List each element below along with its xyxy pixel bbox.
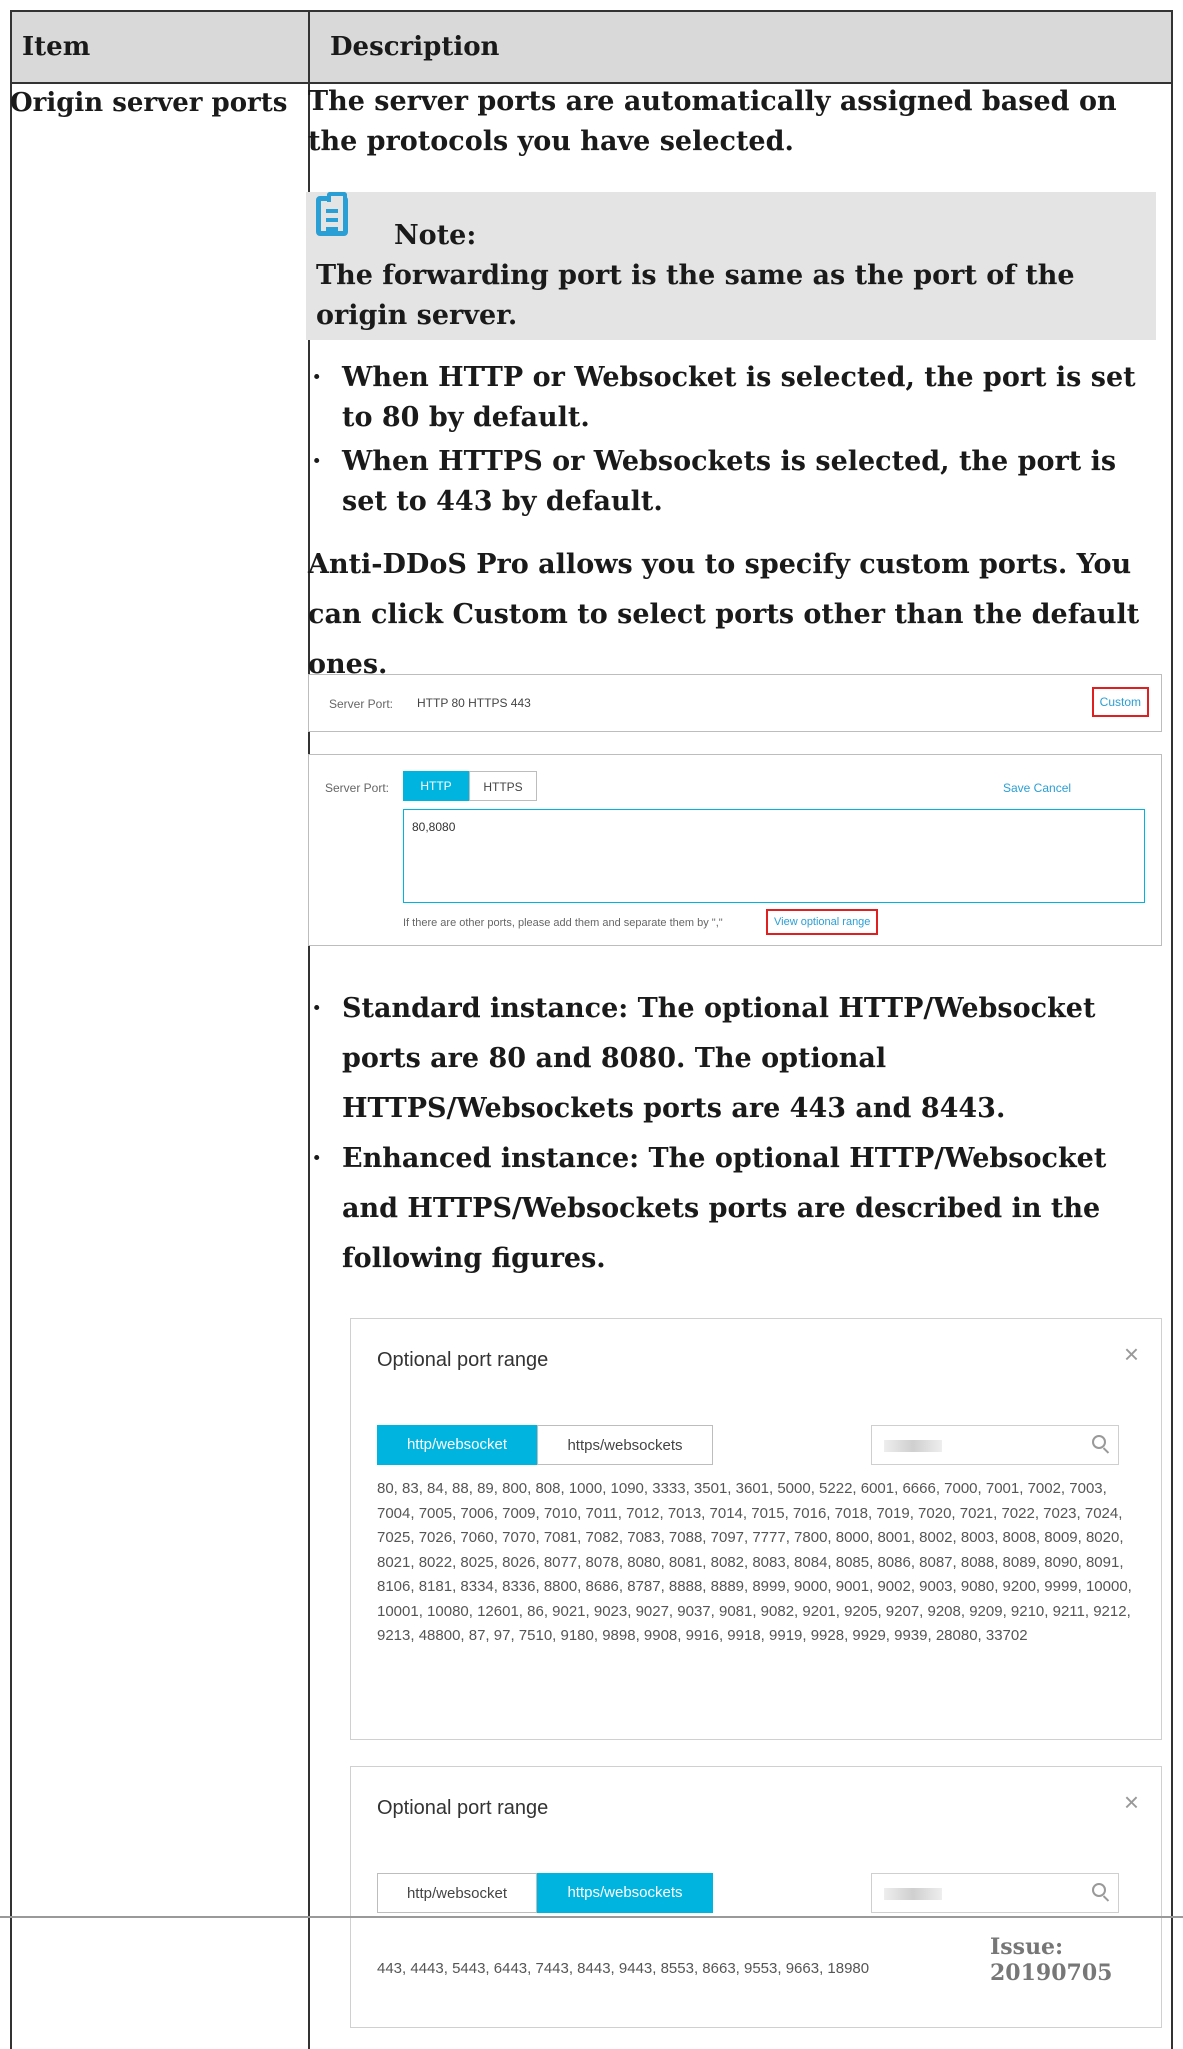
custom-ports-text: Anti-DDoS Pro allows you to specify cust…: [308, 549, 1140, 680]
dialog-title: Optional port range: [377, 1797, 549, 1819]
tab-https-websockets[interactable]: https/websockets: [537, 1425, 713, 1465]
list-item: · Standard instance: The optional HTTP/We…: [308, 984, 1158, 1134]
bullet-icon: ·: [312, 1143, 322, 1174]
ports-hint: If there are other ports, please add the…: [403, 917, 723, 929]
search-input[interactable]: [871, 1425, 1119, 1465]
instance-list: · Standard instance: The optional HTTP/We…: [308, 984, 1158, 1284]
bullet-icon: ·: [312, 993, 322, 1024]
header-item: Item: [22, 32, 91, 62]
tab-http-websocket[interactable]: http/websocket: [377, 1873, 537, 1913]
list-item-text: Enhanced instance: The optional HTTP/Web…: [342, 1143, 1107, 1274]
item-origin-server-ports: Origin server ports: [10, 88, 288, 118]
search-value-blurred: [884, 1440, 942, 1452]
server-port-label: Server Port:: [325, 781, 390, 795]
port-range-dialog-http: Optional port range × http/websocket htt…: [350, 1318, 1162, 1740]
list-item-text: When HTTP or Websocket is selected, the …: [342, 362, 1136, 433]
search-icon[interactable]: [1092, 1435, 1106, 1449]
list-item-text: When HTTPS or Websockets is selected, th…: [342, 446, 1117, 517]
note-text: The forwarding port is the same as the p…: [316, 260, 1075, 331]
view-optional-range-link[interactable]: View optional range: [766, 909, 879, 935]
list-item: · Enhanced instance: The optional HTTP/We…: [308, 1134, 1158, 1284]
tab-http-websocket[interactable]: http/websocket: [377, 1425, 537, 1465]
server-port-label: Server Port:: [329, 697, 394, 711]
port-range-dialog-https: Optional port range × http/websocket htt…: [350, 1766, 1162, 2028]
list-item: · When HTTPS or Websockets is selected, t…: [308, 442, 1158, 522]
page-footer-rule: [0, 1916, 1183, 1918]
custom-link[interactable]: Custom: [1091, 687, 1149, 717]
server-port-edit-screenshot: Server Port: HTTP HTTPS Save Cancel 80,8…: [308, 754, 1162, 946]
issue-label: Issue: 20190705: [990, 1934, 1113, 1986]
server-port-value: HTTP 80 HTTPS 443: [417, 696, 531, 710]
list-item-text: Standard instance: The optional HTTP/Web…: [342, 993, 1096, 1124]
ports-textarea[interactable]: 80,8080: [403, 809, 1145, 903]
tab-http[interactable]: HTTP: [403, 771, 469, 801]
search-value-blurred: [884, 1888, 942, 1900]
search-input[interactable]: [871, 1873, 1119, 1913]
note-box: Note: The forwarding port is the same as…: [306, 192, 1156, 340]
port-list: 80, 83, 84, 88, 89, 800, 808, 1000, 1090…: [377, 1480, 1132, 1644]
close-icon[interactable]: ×: [1124, 1787, 1139, 1818]
bullet-icon: ·: [312, 362, 322, 393]
search-icon[interactable]: [1092, 1883, 1106, 1897]
tab-https[interactable]: HTTPS: [469, 771, 537, 801]
close-icon[interactable]: ×: [1124, 1339, 1139, 1370]
intro-text: The server ports are automatically assig…: [308, 86, 1117, 157]
save-cancel-links[interactable]: Save Cancel: [1003, 781, 1071, 795]
tab-https-websockets[interactable]: https/websockets: [537, 1873, 713, 1913]
note-title: Note:: [394, 220, 477, 251]
note-icon: [316, 192, 348, 236]
server-port-view-screenshot: Server Port: HTTP 80 HTTPS 443 Custom: [308, 674, 1162, 732]
list-item: · When HTTP or Websocket is selected, the…: [308, 358, 1158, 438]
table-header-row: Item Description: [12, 12, 1171, 84]
default-ports-list: · When HTTP or Websocket is selected, the…: [308, 358, 1158, 526]
dialog-title: Optional port range: [377, 1349, 549, 1371]
header-description: Description: [330, 32, 500, 62]
bullet-icon: ·: [312, 446, 322, 477]
